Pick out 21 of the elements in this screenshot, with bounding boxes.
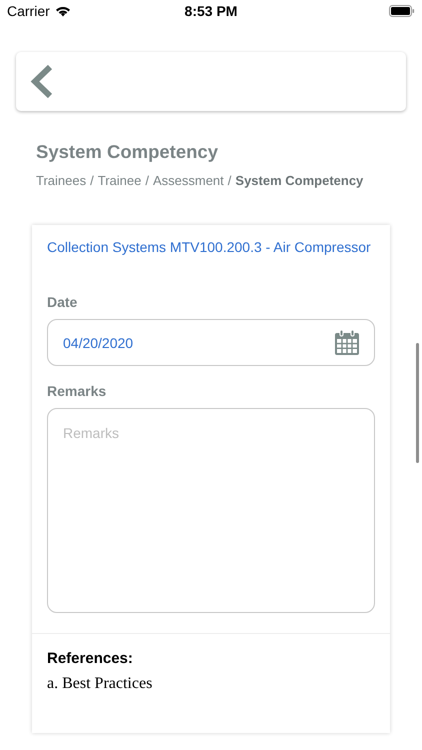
references-heading: References: — [47, 650, 134, 667]
breadcrumb-current: System Competency — [235, 173, 364, 188]
card-title: Collection Systems MTV100.200.3 - Air Compressor — [47, 239, 372, 256]
clock-time: 8:53 PM — [184, 3, 238, 19]
wifi-icon — [54, 5, 71, 17]
date-field[interactable]: 04/20/2020 — [47, 319, 375, 366]
remarks-field[interactable]: Remarks — [47, 408, 375, 613]
breadcrumb-separator: / — [90, 173, 94, 188]
reference-item: a. Best Practices — [47, 675, 154, 693]
battery-icon — [389, 5, 415, 17]
breadcrumb-link[interactable]: Trainee — [98, 173, 142, 188]
breadcrumb-separator: / — [145, 173, 149, 188]
date-label: Date — [47, 294, 78, 310]
carrier-label: Carrier — [7, 3, 50, 19]
back-icon — [30, 64, 52, 98]
breadcrumb-link[interactable]: Assessment — [152, 173, 224, 188]
remarks-label: Remarks — [47, 383, 108, 399]
page-title: System Competency — [36, 141, 219, 163]
breadcrumb-link[interactable]: Trainees — [36, 173, 86, 188]
breadcrumb-separator: / — [228, 173, 232, 188]
calendar-icon — [335, 330, 359, 355]
